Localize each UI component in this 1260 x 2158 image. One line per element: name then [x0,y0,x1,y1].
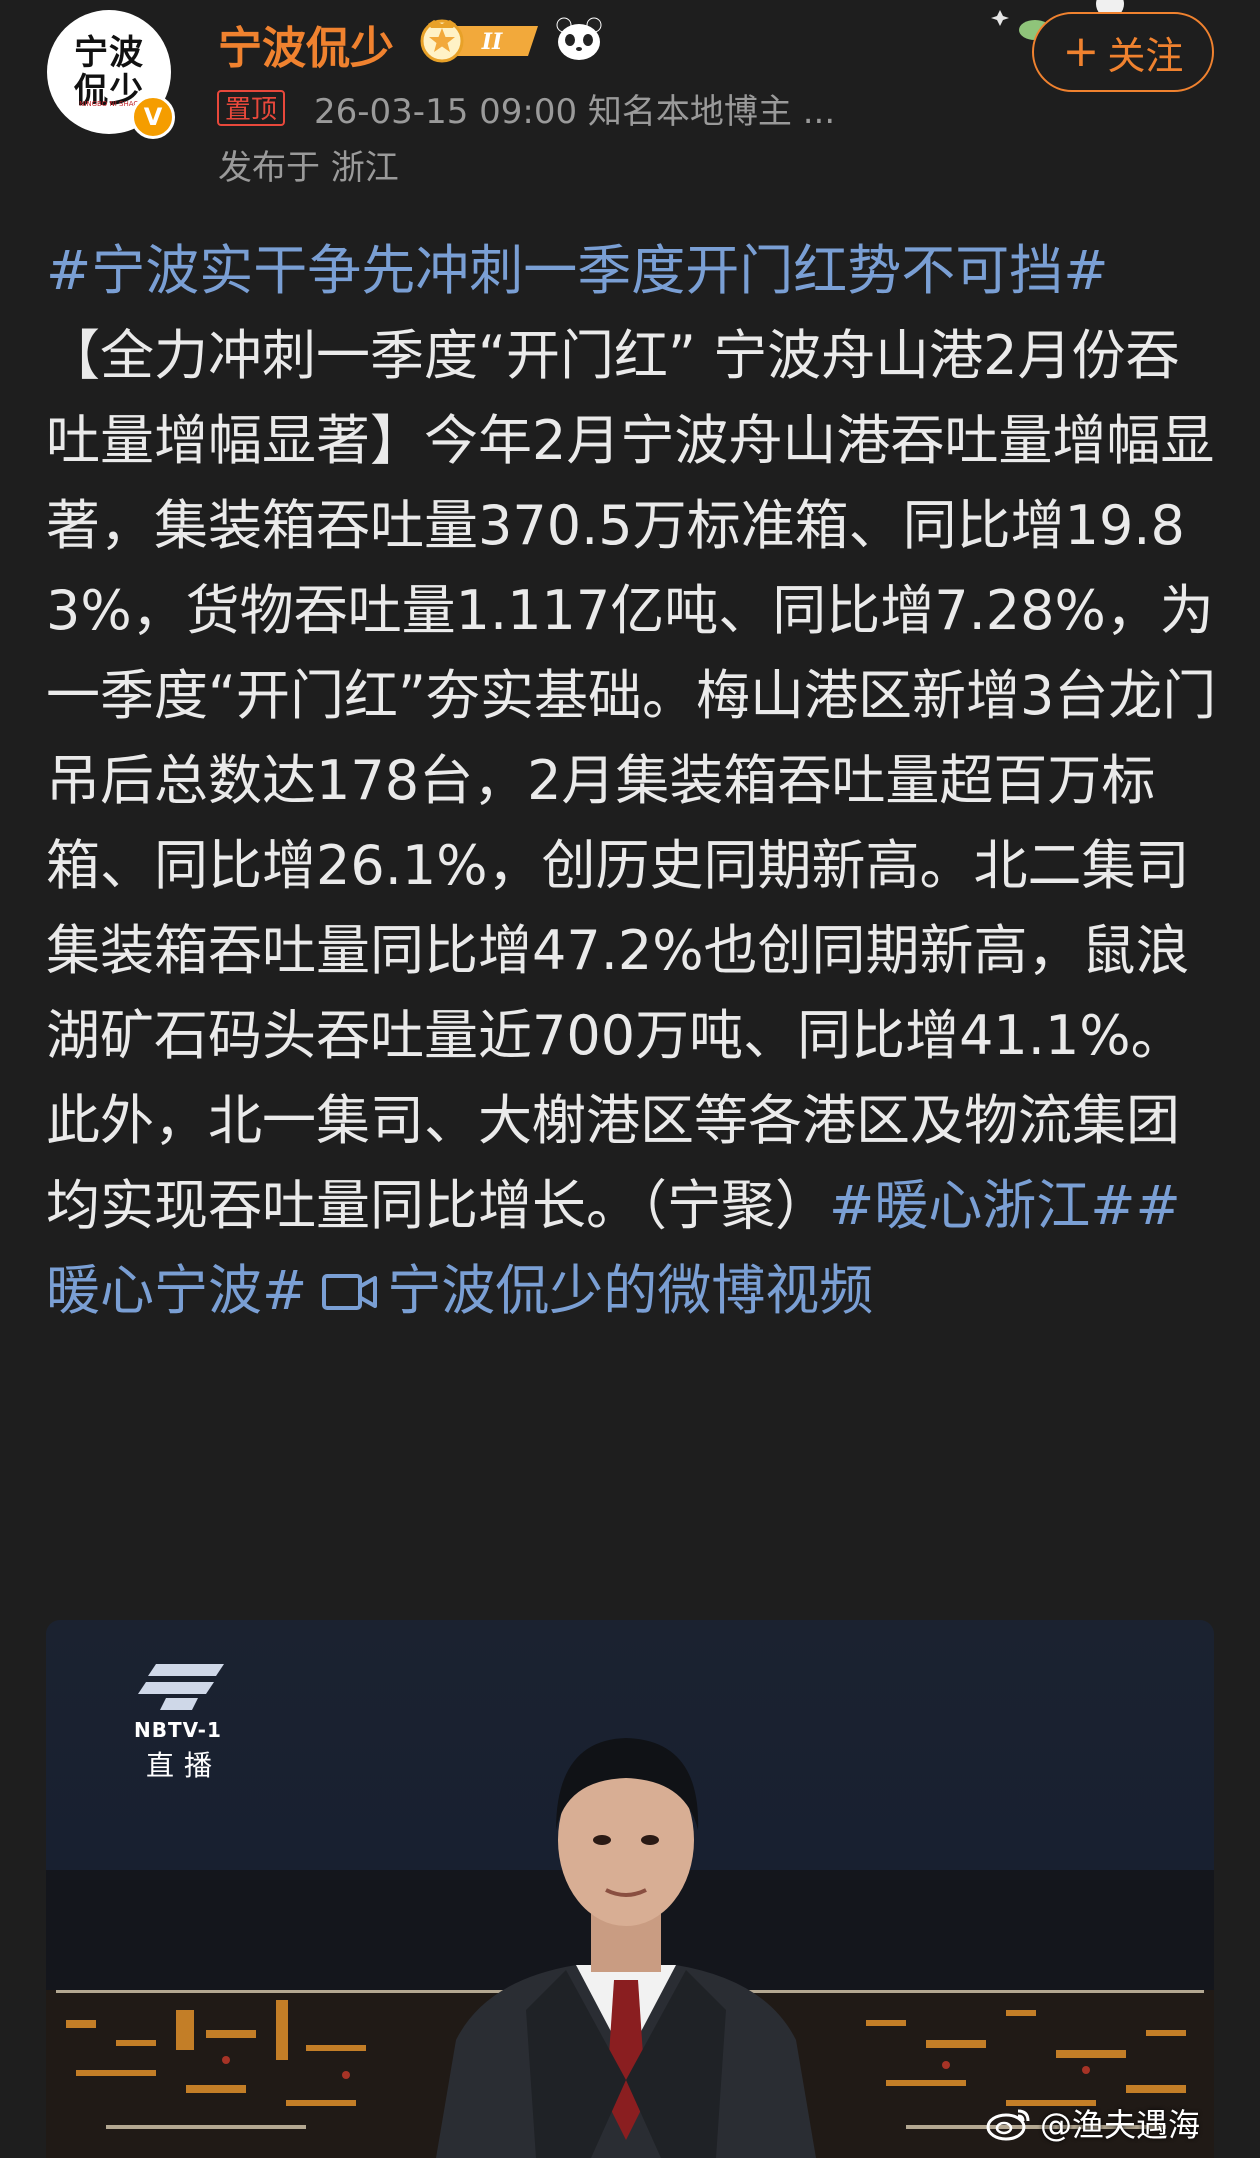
verified-badge-icon: V [131,95,175,139]
live-label: 直播 [146,1749,223,1782]
topic-hashtag-link[interactable]: #暖心浙江# [829,1174,1136,1237]
post-location: 发布于 浙江 [218,148,399,188]
post-timestamp-and-role: 26-03-15 09:00 知名本地博主 ... [314,92,836,132]
weibo-logo-icon [986,2109,1030,2141]
weibo-watermark: @渔夫遇海 [986,2100,1200,2146]
topic-hashtag-link[interactable]: #宁波实干争先冲刺一季度开门红势不可挡# [46,239,1109,302]
tv-channel-label: NBTV-1 [134,1718,222,1742]
author-name[interactable]: 宁波侃少 [218,12,394,76]
follow-button-label: 关注 [1107,33,1184,78]
news-anchor-figure [436,1738,816,2158]
watermark-text: @渔夫遇海 [1039,2106,1200,2144]
post-header: 宁波 侃少 NINGBO NI SHAO V 宁波侃少 II 置顶 26-03-1… [0,0,1260,200]
nbtv-logo-icon [138,1664,224,1710]
post-body-text: 【全力冲刺一季度“开门红” 宁波舟山港2月份吞吐量增幅显著】今年2月宁波舟山港吞… [46,324,1217,1237]
vip-level-badge-icon: II [420,19,538,63]
avatar-logo-text: 宁波 侃少 [74,33,144,111]
video-camera-icon [322,1274,378,1310]
panda-emoji-icon [556,17,602,60]
weibo-video-link[interactable]: 宁波侃少的微博视频 [387,1259,873,1322]
video-player[interactable]: NBTV-1 直播 @渔夫遇海 [46,1620,1214,2158]
post-body: #宁波实干争先冲刺一季度开门红势不可挡# 【全力冲刺一季度“开门红” 宁波舟山港… [46,228,1226,1333]
vip-level-text: II [481,29,503,55]
follow-button[interactable]: + 关注 [1032,12,1214,92]
plus-icon: + [1062,26,1100,77]
pinned-tag: 置顶 [217,90,286,126]
